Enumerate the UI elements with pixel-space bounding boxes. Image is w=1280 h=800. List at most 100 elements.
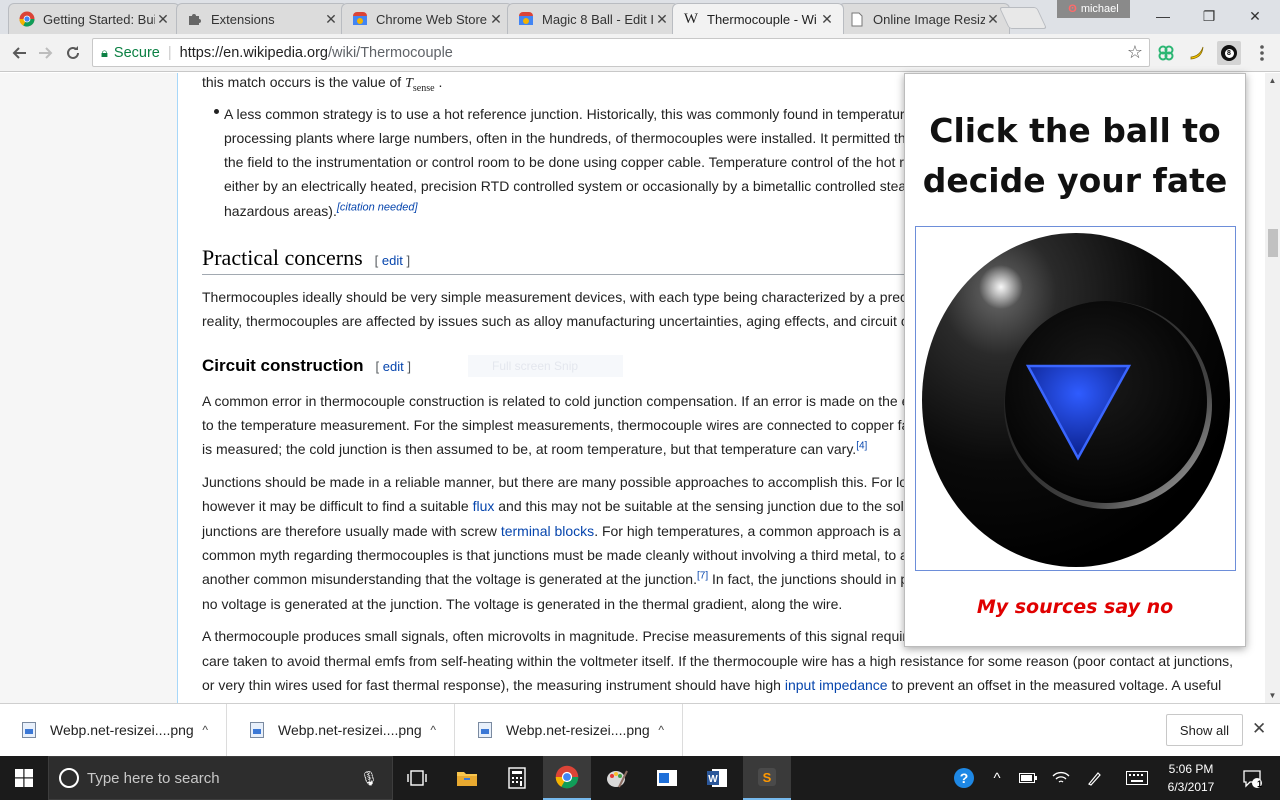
tab-close-icon[interactable]: ✕	[819, 11, 835, 28]
taskbar-search-box[interactable]: Type here to search 🎙︎	[48, 756, 393, 800]
paragraph-line: A common error in thermocouple construct…	[202, 393, 910, 409]
chevron-up-icon[interactable]: ^	[658, 723, 664, 737]
chrome-menu-button[interactable]	[1250, 41, 1274, 65]
tab-close-icon[interactable]: ✕	[654, 11, 670, 28]
tab-strip: Getting Started: Bui ✕ Extensions ✕ Chro…	[0, 0, 1280, 34]
extension-clover-button[interactable]	[1154, 41, 1178, 65]
app-button[interactable]	[643, 756, 691, 800]
svg-text:W: W	[708, 774, 718, 785]
webstore-icon	[518, 11, 534, 27]
list-item-line: either by an electrically heated, precis…	[224, 178, 907, 194]
restore-button[interactable]: ❐	[1186, 4, 1232, 28]
address-bar[interactable]: 🔒︎ Secure | https://en.wikipedia.org/wik…	[92, 38, 1150, 67]
paragraph-line: A thermocouple produces small signals, o…	[202, 628, 907, 644]
wikipedia-icon: W	[683, 10, 699, 27]
tab-close-icon[interactable]: ✕	[323, 11, 339, 28]
sublime-text-button[interactable]: S	[743, 756, 791, 800]
subsection-heading-circuit-construction: Circuit construction[ edit ]	[202, 356, 411, 375]
reference-link[interactable]: [4]	[856, 440, 867, 451]
list-item-line: A less common strategy is to use a hot r…	[224, 106, 905, 122]
paragraph-line: to the temperature measurement. For the …	[202, 417, 910, 433]
tab-magic-8-ball[interactable]: Magic 8 Ball - Edit I ✕	[507, 3, 679, 34]
action-center-button[interactable]: 1	[1232, 756, 1272, 800]
tab-close-icon[interactable]: ✕	[488, 11, 504, 28]
extension-banana-button[interactable]	[1185, 41, 1209, 65]
paragraph-line: care taken to avoid thermal emfs from se…	[202, 653, 1234, 669]
list-item-line: processing plants where large numbers, o…	[224, 130, 906, 146]
download-filename: Webp.net-resizei....png	[506, 722, 650, 738]
webstore-icon	[352, 11, 368, 27]
scrollbar-thumb[interactable]	[1268, 229, 1278, 257]
bookmark-star-icon[interactable]: ☆	[1127, 42, 1143, 63]
svg-text:?: ?	[960, 770, 969, 786]
keyboard-icon	[1126, 771, 1148, 785]
magic-8-ball-popup: Click the ball to decide your fate My so…	[904, 73, 1246, 647]
reference-link[interactable]: [7]	[697, 570, 708, 581]
paragraph-line: however it may be difficult to find a su…	[202, 498, 904, 514]
browser-toolbar: 🔒︎ Secure | https://en.wikipedia.org/wik…	[0, 34, 1280, 72]
microphone-icon[interactable]: 🎙︎	[360, 770, 378, 787]
tab-thermocouple[interactable]: W Thermocouple - Wi ✕	[672, 3, 844, 34]
pen-tray-button[interactable]	[1082, 756, 1108, 800]
battery-tray-button[interactable]	[1015, 756, 1041, 800]
extension-magic-8-ball-button[interactable]: 8	[1217, 41, 1241, 65]
page-scrollbar[interactable]: ▲ ▼	[1265, 73, 1280, 703]
wifi-tray-button[interactable]	[1048, 756, 1074, 800]
notification-count: 1	[1257, 779, 1263, 789]
tab-title: Chrome Web Store	[376, 11, 488, 27]
forward-button[interactable]	[33, 40, 59, 66]
file-explorer-button[interactable]	[443, 756, 491, 800]
system-clock[interactable]: 5:06 PM 6/3/2017	[1158, 760, 1224, 796]
show-hidden-icons-button[interactable]: ^	[985, 756, 1009, 800]
minimize-button[interactable]: —	[1140, 4, 1186, 28]
paragraph-line: Junctions should be made in a reliable m…	[202, 474, 908, 490]
tab-title: Thermocouple - Wi	[707, 11, 817, 27]
terminal-blocks-link[interactable]: terminal blocks	[501, 523, 594, 539]
citation-needed-link[interactable]: [citation needed]	[337, 201, 418, 213]
tab-online-image-resizer[interactable]: Online Image Resiz ✕	[838, 3, 1010, 34]
windows-logo-icon	[15, 769, 33, 787]
chrome-icon	[555, 765, 579, 789]
tab-getting-started[interactable]: Getting Started: Bui ✕	[8, 3, 180, 34]
download-item[interactable]: Webp.net-resizei....png ^	[0, 704, 227, 756]
tab-title: Magic 8 Ball - Edit I	[542, 11, 654, 27]
close-window-button[interactable]: ✕	[1232, 4, 1278, 28]
tab-chrome-web-store[interactable]: Chrome Web Store ✕	[341, 3, 513, 34]
download-item[interactable]: Webp.net-resizei....png ^	[456, 704, 683, 756]
chrome-icon	[19, 11, 35, 27]
calculator-button[interactable]	[493, 756, 541, 800]
back-button[interactable]	[6, 40, 32, 66]
task-view-button[interactable]	[393, 756, 441, 800]
tab-extensions[interactable]: Extensions ✕	[176, 3, 348, 34]
scroll-down-arrow-icon[interactable]: ▼	[1265, 688, 1280, 703]
paragraph-line: common myth regarding thermocouples is t…	[202, 547, 908, 563]
start-button[interactable]	[0, 756, 48, 800]
download-item[interactable]: Webp.net-resizei....png ^	[228, 704, 455, 756]
chevron-up-icon[interactable]: ^	[202, 723, 208, 737]
edit-section-link[interactable]: [ edit ]	[375, 253, 410, 268]
close-shelf-icon[interactable]: ✕	[1252, 719, 1266, 739]
tab-close-icon[interactable]: ✕	[155, 11, 171, 28]
tab-close-icon[interactable]: ✕	[985, 11, 1001, 28]
show-all-button[interactable]: Show all	[1166, 714, 1243, 746]
download-shelf: Webp.net-resizei....png ^ Webp.net-resiz…	[0, 703, 1280, 756]
profile-button[interactable]: ʘ michael	[1057, 0, 1130, 18]
url-path: /wiki/Thermocouple	[327, 44, 453, 61]
paint-button[interactable]	[593, 756, 641, 800]
word-button[interactable]: W	[693, 756, 741, 800]
input-impedance-link[interactable]: input impedance	[785, 677, 888, 693]
edit-section-link[interactable]: [ edit ]	[376, 359, 411, 374]
clover-icon	[1158, 45, 1174, 61]
tab-title: Extensions	[211, 11, 275, 27]
scroll-up-arrow-icon[interactable]: ▲	[1265, 73, 1280, 88]
magic-8-ball[interactable]	[920, 232, 1232, 568]
chrome-taskbar-button[interactable]	[543, 756, 591, 800]
help-tray-button[interactable]: ?	[950, 756, 978, 800]
word-icon: W	[707, 769, 727, 787]
url-host: https://en.wikipedia.org	[179, 44, 328, 61]
reload-button[interactable]	[60, 40, 86, 66]
paragraph-line: or very thin wires used for fast thermal…	[202, 677, 1222, 693]
chevron-up-icon[interactable]: ^	[430, 723, 436, 737]
flux-link[interactable]: flux	[473, 498, 495, 514]
keyboard-tray-button[interactable]	[1122, 756, 1152, 800]
